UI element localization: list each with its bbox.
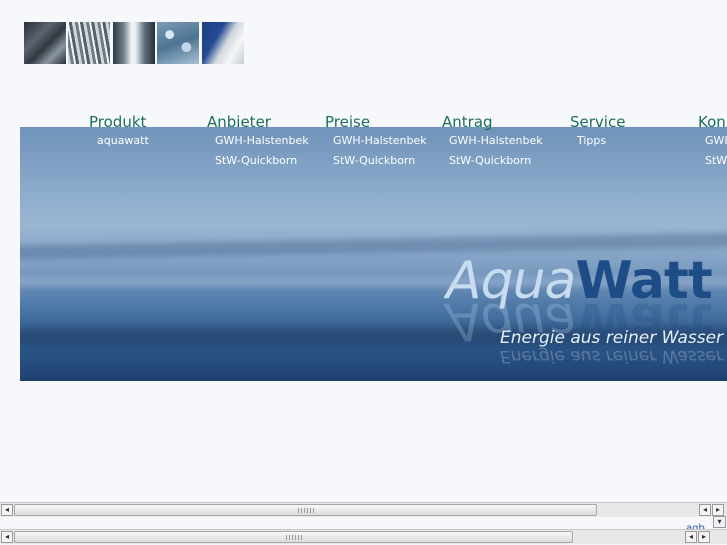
scroll-left-icon[interactable]: ◂: [699, 504, 711, 516]
nav-anbieter: Anbieter GWH-Halstenbek StW-Quickborn: [207, 113, 309, 171]
nav-produkt: Produkt aquawatt: [89, 113, 149, 151]
scroll-down-icon[interactable]: ▾: [713, 516, 726, 528]
scroll-left-icon[interactable]: ◂: [1, 531, 13, 543]
scroll-left-icon[interactable]: ◂: [685, 531, 697, 543]
scrollbar-thumb[interactable]: [14, 531, 573, 543]
nav-kontakt: Kon GWH StW-: [698, 113, 727, 171]
nav-antrag-link[interactable]: Antrag: [442, 113, 543, 131]
nav-sub-item[interactable]: GWH-Halstenbek: [333, 131, 427, 151]
nav-sub-item[interactable]: GWH-Halstenbek: [449, 131, 543, 151]
tagline-reflection: Energie aus reiner Wasser: [500, 346, 724, 366]
nav-antrag: Antrag GWH-Halstenbek StW-Quickborn: [442, 113, 543, 171]
nav-sub-item[interactable]: Tipps: [577, 131, 625, 151]
dam-thumbnail[interactable]: [202, 22, 244, 64]
scrollbar-thumb[interactable]: [14, 504, 597, 516]
grip-icon: [286, 535, 302, 540]
nav-anbieter-link[interactable]: Anbieter: [207, 113, 309, 131]
horizontal-scrollbar[interactable]: ◂ ◂ ▸: [0, 502, 727, 517]
nav-kontakt-link[interactable]: Kon: [698, 113, 727, 131]
scroll-left-icon[interactable]: ◂: [1, 504, 13, 516]
nav-sub-item[interactable]: aquawatt: [97, 131, 149, 151]
tagline: Energie aus reiner Wasser: [500, 328, 724, 348]
water-texture-thumbnail[interactable]: [24, 22, 66, 64]
water-splash-thumbnail[interactable]: [157, 22, 199, 64]
grip-icon: [298, 508, 314, 513]
nav-preise-link[interactable]: Preise: [325, 113, 427, 131]
nav-sub-item[interactable]: StW-Quickborn: [449, 151, 543, 171]
scroll-right-icon[interactable]: ▸: [698, 531, 710, 543]
nav-produkt-link[interactable]: Produkt: [89, 113, 149, 131]
nav-preise: Preise GWH-Halstenbek StW-Quickborn: [325, 113, 427, 171]
waterfall-thumbnail-2[interactable]: [113, 22, 155, 64]
horizontal-scrollbar-outer[interactable]: ◂ ◂ ▸: [0, 529, 727, 544]
nav-sub-item[interactable]: StW-Quickborn: [333, 151, 427, 171]
nav-service-link[interactable]: Service: [570, 113, 625, 131]
nav-sub-item[interactable]: StW-: [705, 151, 727, 171]
scroll-right-icon[interactable]: ▸: [712, 504, 724, 516]
nav-sub-item[interactable]: StW-Quickborn: [215, 151, 309, 171]
waterfall-thumbnail[interactable]: [68, 22, 110, 64]
nav-sub-item[interactable]: GWH-Halstenbek: [215, 131, 309, 151]
nav-sub-item[interactable]: GWH: [705, 131, 727, 151]
nav-service: Service Tipps: [570, 113, 625, 151]
